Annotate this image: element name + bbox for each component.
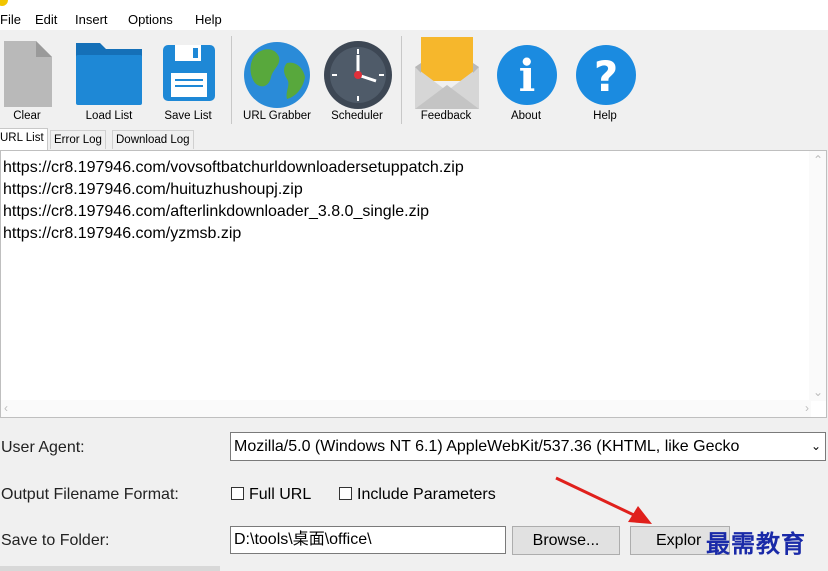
menu-edit[interactable]: Edit — [35, 12, 57, 27]
tab-error-log[interactable]: Error Log — [50, 130, 106, 149]
include-parameters-checkbox[interactable]: Include Parameters — [339, 486, 496, 504]
menu-file[interactable]: File — [0, 12, 21, 27]
checkbox-box[interactable] — [339, 487, 352, 500]
tab-url-list[interactable]: URL List — [0, 128, 48, 150]
floppy-disk-icon — [163, 45, 215, 101]
save-list-label: Save List — [164, 110, 212, 122]
full-url-label: Full URL — [249, 486, 312, 503]
filename-format-label: Output Filename Format: — [1, 486, 179, 503]
red-arrow-annotation — [555, 476, 652, 524]
scroll-down-icon[interactable]: ⌄ — [813, 385, 823, 399]
url-list-textarea[interactable]: https://cr8.197946.com/vovsoftbatchurldo… — [0, 150, 827, 418]
menu-options[interactable]: Options — [128, 12, 173, 27]
app-icon — [0, 0, 8, 6]
url-grabber-label: URL Grabber — [243, 110, 311, 122]
svg-text:i: i — [519, 51, 536, 102]
clock-icon — [324, 41, 392, 109]
url-line: https://cr8.197946.com/afterlinkdownload… — [3, 203, 430, 220]
checkbox-box[interactable] — [231, 487, 244, 500]
user-agent-value: Mozilla/5.0 (Windows NT 6.1) AppleWebKit… — [234, 438, 740, 455]
document-icon — [4, 41, 52, 107]
feedback-button[interactable]: Feedback — [411, 30, 481, 128]
browse-button[interactable]: Browse... — [512, 526, 620, 555]
clear-button[interactable]: Clear — [0, 30, 62, 128]
tab-download-log[interactable]: Download Log — [112, 130, 194, 149]
clear-label: Clear — [13, 110, 41, 122]
full-url-checkbox[interactable]: Full URL — [231, 486, 311, 504]
toolbar-separator — [231, 36, 232, 124]
help-button[interactable]: ? Help — [570, 30, 640, 128]
load-list-button[interactable]: Load List — [74, 30, 144, 128]
about-button[interactable]: i About — [491, 30, 561, 128]
svg-text:?: ? — [594, 52, 618, 101]
globe-icon — [244, 42, 310, 108]
load-list-label: Load List — [85, 110, 133, 122]
url-line: https://cr8.197946.com/vovsoftbatchurldo… — [3, 159, 464, 176]
status-strip — [0, 566, 220, 571]
scheduler-button[interactable]: Scheduler — [322, 30, 392, 128]
feedback-label: Feedback — [420, 110, 472, 122]
menu-help[interactable]: Help — [195, 12, 222, 27]
help-label: Help — [593, 110, 617, 122]
scheduler-label: Scheduler — [331, 110, 383, 122]
toolbar-separator — [401, 36, 402, 124]
user-agent-select[interactable]: Mozilla/5.0 (Windows NT 6.1) AppleWebKit… — [230, 432, 826, 461]
user-agent-label: User Agent: — [1, 439, 85, 456]
vertical-scrollbar[interactable]: ⌃ ⌄ — [809, 151, 826, 401]
scroll-left-icon[interactable]: ‹ — [4, 401, 8, 415]
url-grabber-button[interactable]: URL Grabber — [241, 30, 311, 128]
info-icon: i — [497, 45, 557, 105]
question-icon: ? — [576, 45, 636, 105]
scroll-up-icon[interactable]: ⌃ — [813, 153, 823, 167]
include-parameters-label: Include Parameters — [357, 486, 496, 503]
horizontal-scrollbar[interactable]: ‹ › — [1, 400, 811, 417]
url-line: https://cr8.197946.com/yzmsb.zip — [3, 225, 242, 242]
chevron-down-icon[interactable]: ⌄ — [807, 433, 825, 460]
folder-icon — [76, 43, 142, 105]
menu-insert[interactable]: Insert — [75, 12, 108, 27]
save-list-button[interactable]: Save List — [153, 30, 223, 128]
scroll-right-icon[interactable]: › — [805, 401, 809, 415]
tab-bar: URL List Error Log Download Log — [0, 128, 828, 150]
save-folder-input[interactable]: D:\tools\桌面\office\ — [230, 526, 506, 554]
watermark-text: 最需教育 — [706, 529, 806, 558]
toolbar: Clear Load List Save List URL Grabber Sc… — [0, 30, 828, 128]
url-lines: https://cr8.197946.com/vovsoftbatchurldo… — [1, 157, 464, 245]
save-folder-label: Save to Folder: — [1, 532, 110, 549]
envelope-icon — [415, 37, 479, 109]
url-line: https://cr8.197946.com/huituzhushoupj.zi… — [3, 181, 303, 198]
menu-bar: File Edit Insert Options Help — [0, 0, 828, 30]
about-label: About — [510, 110, 542, 122]
